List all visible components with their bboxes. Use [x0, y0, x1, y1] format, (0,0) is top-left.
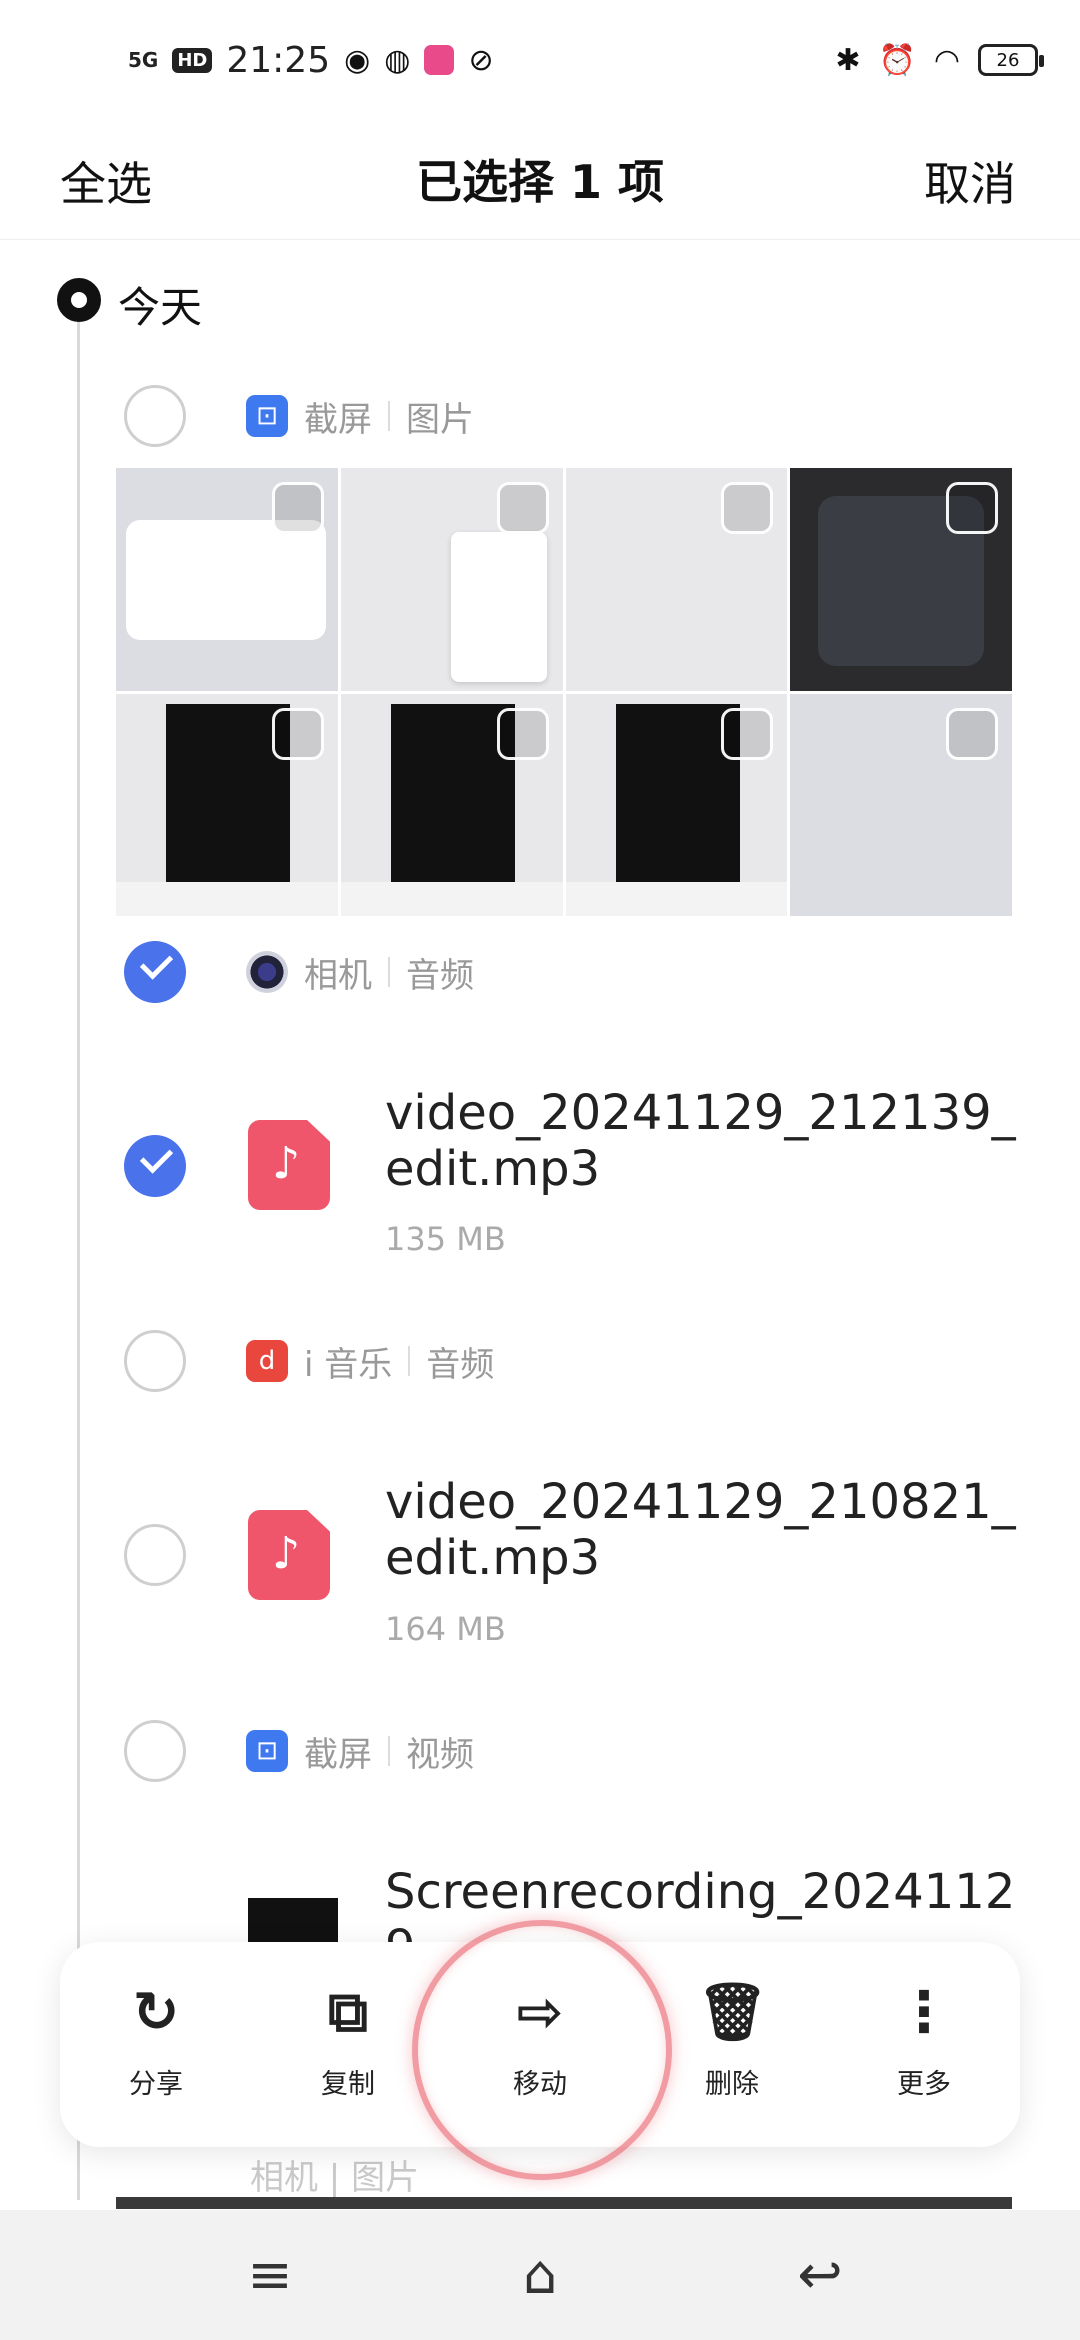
page-title: 已选择 1 项: [415, 155, 665, 209]
cancel-button[interactable]: 取消: [924, 148, 1016, 214]
thumbnail-strip: [116, 2197, 1012, 2209]
menu-icon[interactable]: ≡: [225, 2230, 315, 2320]
group-app-label: 截屏: [304, 1734, 372, 1775]
image-thumbnail[interactable]: [565, 693, 788, 916]
navigation-bar: ≡ ⌂ ↩: [0, 2210, 1080, 2340]
clock: 21:25: [226, 39, 331, 81]
hd-badge: HD: [172, 47, 213, 73]
file-size: 135 MB: [385, 1220, 506, 1258]
group-header: ⊡ 截屏 视频: [246, 1726, 474, 1776]
thumbnail-checkbox[interactable]: [721, 482, 774, 534]
thumbnail-checkbox[interactable]: [721, 707, 774, 760]
thumbnail-checkbox[interactable]: [946, 707, 998, 760]
screenshot-icon: ⊡: [246, 1730, 288, 1772]
group-header: ⊡ 截屏 图片: [246, 391, 474, 441]
action-label: 复制: [321, 2069, 375, 2100]
file-select-checkbox[interactable]: [124, 1524, 186, 1586]
alarm-icon: ⏰: [878, 42, 916, 78]
image-thumbnail[interactable]: [340, 693, 563, 916]
group-select-checkbox[interactable]: [124, 1330, 186, 1392]
image-thumbnail[interactable]: [116, 468, 338, 691]
wechat-icon: ◍: [384, 42, 411, 78]
divider: [408, 1346, 411, 1376]
divider: [388, 957, 390, 987]
globe-icon: ◉: [344, 42, 371, 78]
group-header: 相机 音频: [246, 947, 474, 997]
audio-file-icon: [248, 1120, 330, 1210]
file-select-checkbox[interactable]: [124, 1135, 186, 1197]
group-select-checkbox[interactable]: [124, 385, 186, 447]
group-app-label: i 音乐: [304, 1344, 393, 1385]
thumbnail-checkbox[interactable]: [496, 482, 549, 534]
image-thumbnail[interactable]: [340, 468, 563, 691]
leaf-icon: ⊘: [468, 42, 494, 78]
more-button[interactable]: ⋮ 更多: [828, 1942, 1020, 2147]
group-type-label: 音频: [406, 955, 474, 996]
camera-icon: [246, 951, 288, 993]
action-label: 删除: [705, 2069, 759, 2100]
divider: [388, 1736, 390, 1766]
share-icon: ↻: [132, 1980, 180, 2045]
wifi-icon: ◠: [933, 42, 960, 78]
image-thumbnail[interactable]: [790, 693, 1012, 916]
image-thumbnail[interactable]: [790, 468, 1012, 691]
network-indicator: 5G: [128, 48, 159, 72]
image-thumbnail[interactable]: [116, 693, 338, 916]
home-icon[interactable]: ⌂: [495, 2230, 585, 2320]
thumbnail-checkbox[interactable]: [271, 482, 324, 534]
thumbnail-grid: [116, 468, 1012, 916]
image-thumbnail[interactable]: [565, 468, 788, 691]
action-label: 更多: [897, 2069, 951, 2100]
group-type-label: 视频: [406, 1734, 474, 1775]
bluetooth-icon: ✱: [835, 42, 861, 78]
bilibili-icon: [424, 45, 455, 75]
file-name[interactable]: video_20241129_210821_edit.mp3: [385, 1474, 1025, 1586]
share-button[interactable]: ↻ 分享: [60, 1942, 252, 2147]
file-size: 164 MB: [385, 1610, 506, 1648]
timeline-line: [77, 300, 80, 2200]
annotation-circle: [412, 1920, 672, 2180]
group-type-label: 音频: [426, 1344, 495, 1385]
group-type-label: 图片: [406, 399, 474, 440]
group-app-label: 截屏: [304, 399, 372, 440]
music-app-icon: d: [246, 1340, 288, 1382]
selection-header: 全选 已选择 1 项 取消: [0, 120, 1080, 240]
next-group-header: 相机 | 图片: [250, 2158, 420, 2198]
delete-icon: 🗑: [697, 1980, 769, 2045]
thumbnail-checkbox[interactable]: [946, 482, 998, 534]
thumbnail-checkbox[interactable]: [271, 707, 324, 760]
group-select-checkbox[interactable]: [124, 941, 186, 1003]
thumbnail-checkbox[interactable]: [496, 707, 549, 760]
status-bar: 5G HD 21:25 ◉ ◍ ⊘ ✱ ⏰ ◠ 26: [0, 0, 1080, 120]
action-label: 分享: [129, 2069, 183, 2100]
day-label: 今天: [118, 283, 203, 332]
battery-icon: 26: [978, 44, 1044, 76]
more-icon: ⋮: [896, 1980, 952, 2045]
copy-icon: ⧉: [328, 1980, 368, 2045]
file-name[interactable]: video_20241129_212139_edit.mp3: [385, 1085, 1025, 1197]
group-app-label: 相机: [304, 955, 372, 996]
screenshot-icon: ⊡: [246, 395, 288, 437]
audio-file-icon: [248, 1510, 330, 1600]
group-select-checkbox[interactable]: [124, 1720, 186, 1782]
back-icon[interactable]: ↩: [775, 2230, 865, 2320]
divider: [388, 401, 390, 431]
day-select-radio[interactable]: [57, 278, 101, 322]
group-header: d i 音乐 音频: [246, 1336, 494, 1386]
